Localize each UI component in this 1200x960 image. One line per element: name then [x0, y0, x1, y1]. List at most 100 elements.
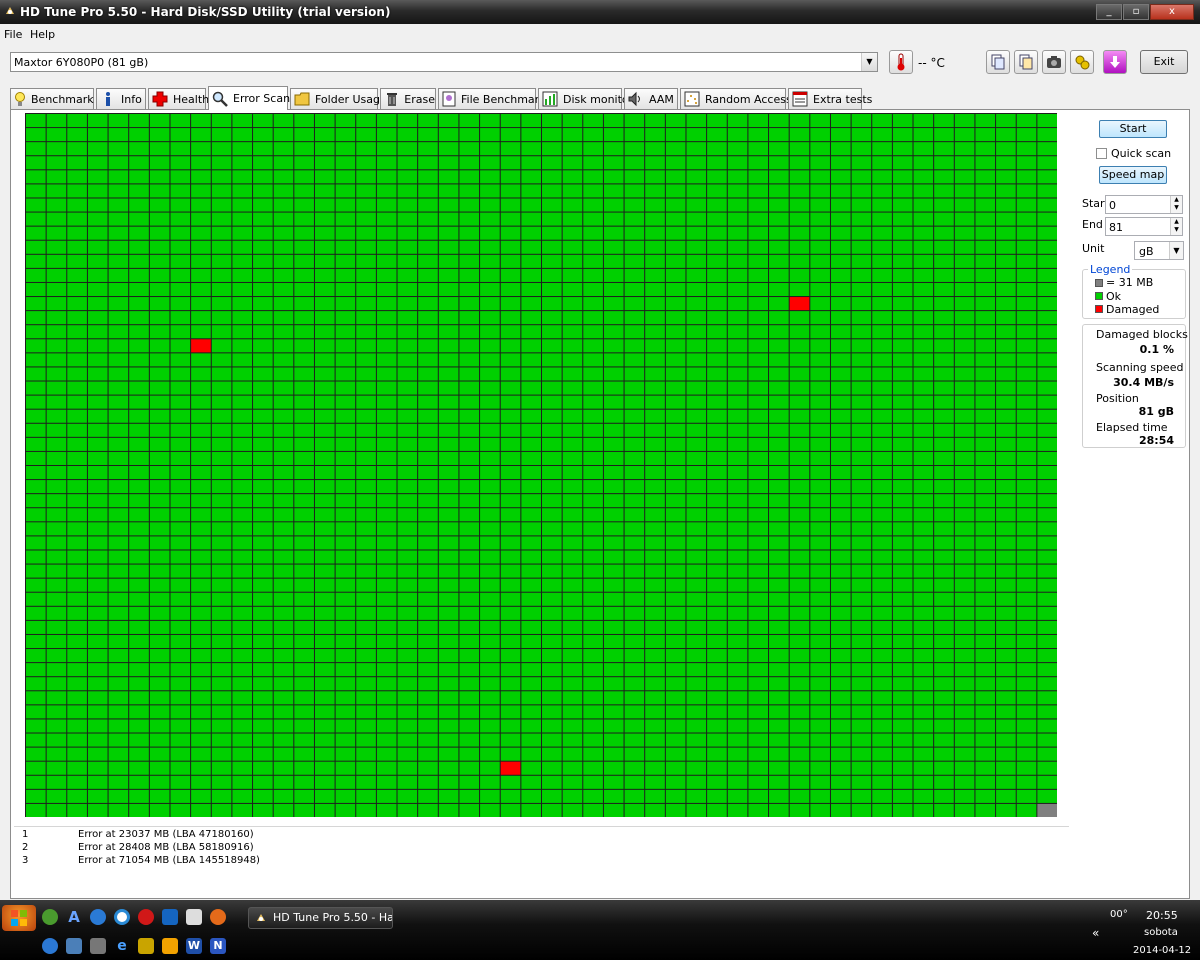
scan-block-ok [707, 592, 727, 606]
menu-file[interactable]: File [4, 28, 22, 41]
copy-info-button[interactable] [986, 50, 1010, 74]
scan-block-ok [707, 240, 727, 254]
scan-block-ok [583, 775, 603, 789]
internet-explorer-icon[interactable]: e [114, 938, 130, 954]
scan-block-ok [913, 395, 934, 409]
media-player-icon[interactable] [162, 938, 178, 954]
tab-file-benchmark[interactable]: File Benchmark [438, 88, 546, 109]
scan-block-ok [1016, 156, 1037, 170]
scan-block-ok [583, 325, 603, 339]
tab-info[interactable]: Info [96, 88, 146, 109]
scan-block-ok [954, 423, 975, 437]
start-button[interactable]: Start [1099, 120, 1167, 138]
word-icon[interactable]: W [186, 938, 202, 954]
globe-icon[interactable] [42, 938, 58, 954]
scan-block-ok [1016, 339, 1037, 353]
scan-block-ok [542, 254, 562, 268]
scan-block-ok [645, 240, 665, 254]
scan-block-ok [645, 297, 665, 311]
scan-block-ok [397, 254, 418, 268]
scan-block-ok [438, 156, 459, 170]
speed-map-button[interactable]: Speed map [1099, 166, 1167, 184]
tab-folder-usage[interactable]: Folder Usage [290, 88, 387, 109]
tab-benchmark[interactable]: Benchmark [10, 88, 94, 109]
explorer-icon[interactable] [90, 938, 106, 954]
scan-block-ok [129, 198, 149, 212]
quick-scan-checkbox[interactable] [1096, 148, 1107, 159]
scan-block-ok [1016, 522, 1037, 536]
menu-help[interactable]: Help [30, 28, 55, 41]
start-field[interactable]: 0 ▲ ▼ [1105, 195, 1183, 214]
end-field[interactable]: 81 ▲ ▼ [1105, 217, 1183, 236]
scan-block-ok [913, 451, 934, 465]
copy-all-button[interactable] [1014, 50, 1038, 74]
scan-block-ok [562, 466, 583, 480]
scan-block-ok [480, 620, 500, 634]
tab-aam[interactable]: AAM [624, 88, 678, 109]
unit-select[interactable]: gB ▼ [1134, 241, 1184, 260]
scan-block-ok [418, 381, 438, 395]
save-button[interactable] [1103, 50, 1127, 74]
scan-block-ok [521, 254, 541, 268]
tab-disk-monitor[interactable]: Disk monitor [538, 88, 633, 109]
scan-block-ok [542, 705, 562, 719]
scan-block-ok [913, 297, 934, 311]
opera-icon[interactable] [138, 909, 154, 925]
spinner-arrows-icon[interactable]: ▲ ▼ [1170, 218, 1182, 235]
malwarebytes-icon[interactable] [162, 909, 178, 925]
firefox-icon[interactable] [210, 909, 226, 925]
tab-error-scan[interactable]: Error Scan [208, 86, 290, 110]
taskbar-item-hdtune[interactable]: HD Tune Pro 5.50 - Ha... [248, 907, 393, 929]
tray-expand-chevron-icon[interactable]: « [1092, 926, 1099, 940]
drive-select[interactable]: Maxtor 6Y080P0 (81 gB) ▼ [10, 52, 878, 72]
options-button[interactable] [1070, 50, 1094, 74]
scan-block-ok [356, 578, 376, 592]
scan-block-ok [686, 198, 707, 212]
spinner-arrows-icon[interactable]: ▲ ▼ [1170, 196, 1182, 213]
scan-block-ok [46, 297, 67, 311]
scan-block-ok [624, 466, 645, 480]
n-app-icon[interactable]: N [210, 938, 226, 954]
scan-block-ok [521, 508, 541, 522]
browser-icon[interactable] [90, 909, 106, 925]
tab-extra-tests[interactable]: Extra tests [788, 88, 872, 109]
scan-block-ok [727, 142, 748, 156]
tools-shortcut-icon[interactable] [138, 938, 154, 954]
screenshot-button[interactable] [1042, 50, 1066, 74]
scan-block-ok [211, 564, 232, 578]
maximize-button[interactable]: ▫ [1123, 4, 1149, 20]
scan-block-ok [26, 494, 46, 508]
scan-block-ok [294, 353, 314, 367]
error-log-list[interactable]: 1 Error at 23037 MB (LBA 47180160) 2 Err… [14, 826, 1069, 876]
desktop-icon[interactable] [66, 938, 82, 954]
scan-block-ok [273, 353, 294, 367]
chevron-down-icon[interactable]: ▼ [861, 53, 877, 71]
scan-block-ok [314, 128, 335, 142]
start-menu-button[interactable] [2, 905, 36, 931]
font-a-icon[interactable]: A [66, 909, 82, 925]
tab-erase[interactable]: Erase [380, 88, 436, 109]
thermometer-button[interactable] [889, 50, 913, 74]
scan-block-ok [459, 564, 480, 578]
scan-block-ok [521, 395, 541, 409]
scan-block-ok [108, 451, 129, 465]
exit-button[interactable]: Exit [1140, 50, 1188, 74]
tab-random-access[interactable]: Random Access [680, 88, 792, 109]
close-button[interactable]: x [1150, 4, 1194, 20]
clock-time[interactable]: 20:55 [1146, 909, 1178, 922]
scan-block-ok [562, 198, 583, 212]
scan-block-ok [562, 437, 583, 451]
chevron-down-icon[interactable]: ▼ [1169, 242, 1183, 259]
utorrent-icon[interactable] [42, 909, 58, 925]
scan-block-ok [67, 451, 87, 465]
minimize-button[interactable]: _ [1096, 4, 1122, 20]
position-value: 81 gB [1138, 405, 1174, 418]
scan-block-ok [542, 367, 562, 381]
tab-health[interactable]: Health [148, 88, 209, 109]
ccleaner-icon[interactable] [114, 909, 130, 925]
scan-block-ok [1016, 409, 1037, 423]
scan-block-ok [459, 367, 480, 381]
scan-block-ok [665, 761, 686, 775]
calculator-icon[interactable] [186, 909, 202, 925]
scan-block-ok [356, 564, 376, 578]
